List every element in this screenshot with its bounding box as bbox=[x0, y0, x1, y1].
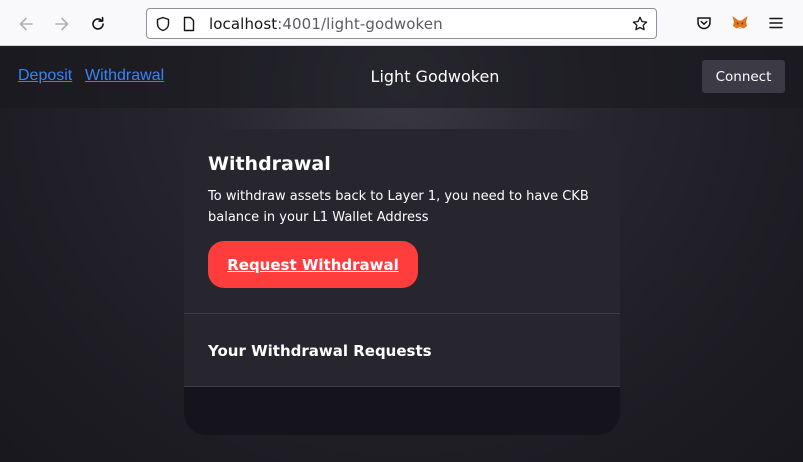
url-host: localhost bbox=[209, 15, 278, 33]
withdrawal-requests-list bbox=[184, 387, 620, 435]
pocket-icon[interactable] bbox=[695, 14, 713, 32]
app-root: Deposit Withdrawal Light Godwoken Connec… bbox=[0, 46, 803, 462]
card-title: Withdrawal bbox=[208, 153, 331, 175]
page-icon[interactable] bbox=[181, 16, 197, 32]
bookmark-star-icon[interactable] bbox=[632, 16, 648, 32]
card-description: To withdraw assets back to Layer 1, you … bbox=[208, 189, 589, 225]
back-icon[interactable] bbox=[15, 13, 37, 35]
url-text[interactable]: localhost:4001/light-godwoken bbox=[209, 15, 443, 33]
divider bbox=[184, 313, 620, 314]
reload-icon[interactable] bbox=[87, 13, 109, 35]
connect-button[interactable]: Connect bbox=[702, 60, 785, 93]
metamask-fox-icon[interactable] bbox=[731, 14, 749, 32]
app-title: Light Godwoken bbox=[370, 67, 500, 86]
browser-toolbar: localhost:4001/light-godwoken bbox=[0, 0, 803, 46]
shield-icon[interactable] bbox=[155, 16, 171, 32]
withdrawal-requests-title: Your Withdrawal Requests bbox=[208, 342, 432, 360]
app-header: Deposit Withdrawal Light Godwoken Connec… bbox=[0, 46, 803, 108]
url-bar[interactable]: localhost:4001/light-godwoken bbox=[146, 8, 657, 39]
url-path: :4001/light-godwoken bbox=[277, 15, 443, 33]
request-withdrawal-button[interactable]: Request Withdrawal bbox=[208, 241, 418, 288]
withdrawal-card: Withdrawal To withdraw assets back to La… bbox=[184, 129, 620, 435]
forward-icon[interactable] bbox=[51, 13, 73, 35]
menu-icon[interactable] bbox=[767, 14, 785, 32]
